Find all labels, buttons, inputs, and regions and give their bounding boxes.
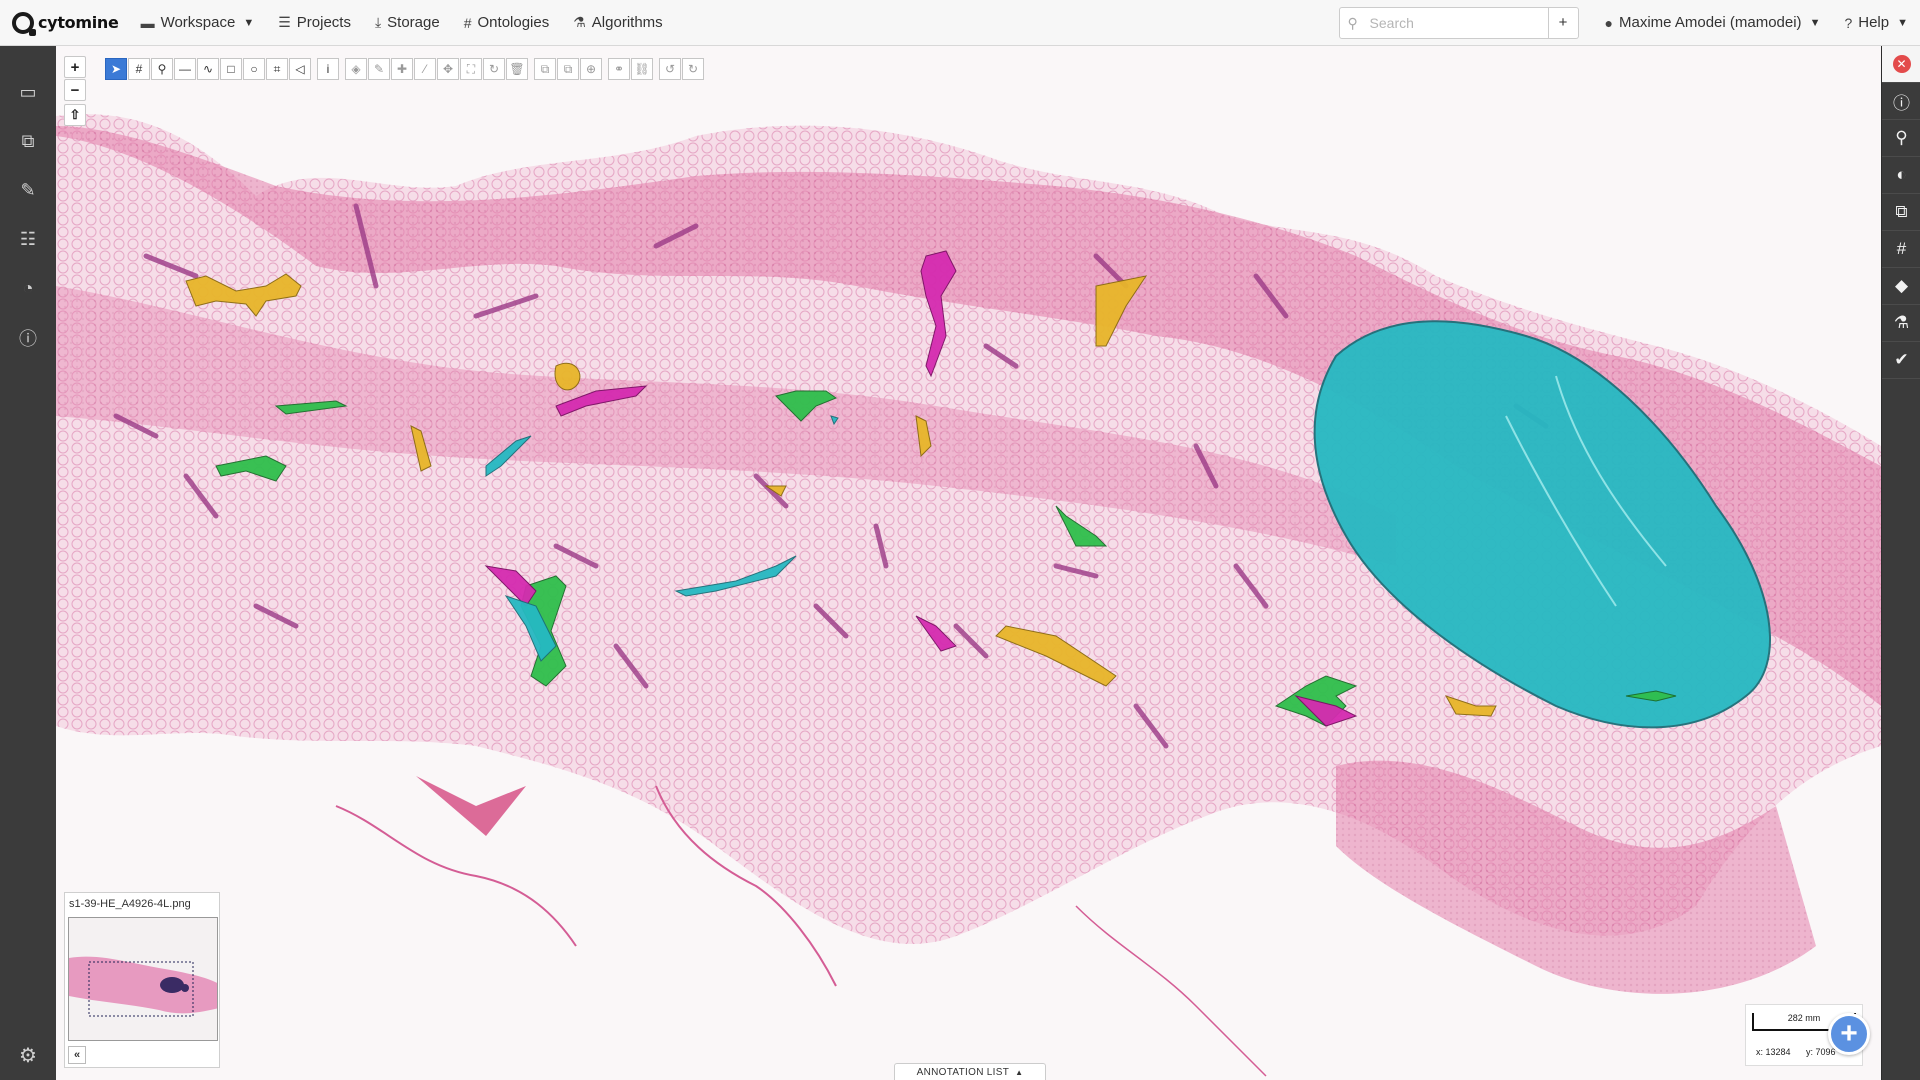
info-tool[interactable]: i bbox=[317, 58, 339, 80]
overview-thumbnail-image bbox=[69, 956, 217, 1017]
microscope-icon[interactable]: ⚗ bbox=[1882, 305, 1920, 342]
hashtag-icon[interactable]: # bbox=[1882, 231, 1920, 268]
nav-algorithms[interactable]: ⚗ Algorithms bbox=[561, 0, 674, 46]
images-icon[interactable]: ⧉ bbox=[0, 117, 56, 166]
search-icon: ⚲ bbox=[1347, 14, 1358, 31]
circle-tool[interactable]: ○ bbox=[243, 58, 265, 80]
chevron-down-icon: ▼ bbox=[1897, 16, 1908, 29]
help-menu[interactable]: ? Help ▼ bbox=[1832, 0, 1920, 46]
select-tool[interactable]: ➤ bbox=[105, 58, 127, 80]
left-sidebar: ▭ ⧉ ✎ ☷ ◔ ⓘ ⚙ bbox=[0, 46, 56, 1080]
coordinate-y: y: 7096 bbox=[1806, 1047, 1836, 1057]
edit-tool[interactable]: ✎ bbox=[368, 58, 390, 80]
download-icon: ⤓ bbox=[374, 14, 382, 30]
nav-storage[interactable]: ⤓ Storage bbox=[363, 0, 452, 46]
zoom-in-button[interactable]: + bbox=[64, 56, 86, 78]
close-icon: ✕ bbox=[1892, 55, 1911, 73]
freehand-line-tool[interactable]: ∿ bbox=[197, 58, 219, 80]
check-circle-icon[interactable]: ✔ bbox=[1882, 342, 1920, 379]
logo-text: cytomine bbox=[38, 13, 119, 32]
unlink-tool[interactable]: ⛓ bbox=[631, 58, 653, 80]
dashboard-icon[interactable]: ◔ bbox=[0, 264, 56, 313]
nav-ontologies-label: Ontologies bbox=[477, 14, 550, 31]
cytomine-logo[interactable]: cytomine bbox=[0, 0, 129, 46]
rotate-tool[interactable]: ↻ bbox=[483, 58, 505, 80]
copy-icon[interactable]: ⧉ bbox=[1882, 194, 1920, 231]
nav-algorithms-label: Algorithms bbox=[591, 14, 663, 31]
nav-projects[interactable]: ☰ Projects bbox=[266, 0, 363, 46]
question-circle-icon: ? bbox=[1844, 14, 1853, 31]
contrast-icon[interactable]: ◐ bbox=[1882, 157, 1920, 194]
tissue-slide-image[interactable] bbox=[56, 46, 1881, 1080]
coordinate-x: x: 13284 bbox=[1756, 1047, 1791, 1057]
overview-map[interactable]: s1-39-HE_A4926-4L.png « bbox=[64, 892, 220, 1068]
redo-tool[interactable]: ↻ bbox=[682, 58, 704, 80]
close-viewer-button[interactable]: ✕ bbox=[1882, 46, 1920, 83]
correct-remove-tool[interactable]: ⁄ bbox=[414, 58, 436, 80]
user-menu[interactable]: ● Maxime Amodei (mamodei) ▼ bbox=[1593, 0, 1833, 46]
user-icon: ● bbox=[1604, 14, 1613, 31]
move-tool[interactable]: ✥ bbox=[437, 58, 459, 80]
annotation-list-label: ANNOTATION LIST bbox=[916, 1066, 1010, 1078]
line-tool[interactable]: — bbox=[174, 58, 196, 80]
flask-icon: ⚗ bbox=[573, 14, 586, 30]
drawing-toolbar: ➤ # ⚲ — ∿ □ ○ ⌗ ◁ i ◈ ✎ ✚ ⁄ ✥ ⛶ ↻ 🗑 ⧉ ⧉ … bbox=[105, 58, 704, 80]
search-icon[interactable]: ⚲ bbox=[1882, 120, 1920, 157]
caret-up-icon: ▲ bbox=[1015, 1067, 1024, 1077]
resize-tool[interactable]: ⛶ bbox=[460, 58, 482, 80]
image-viewer[interactable]: + − ⇧ ➤ # ⚲ — ∿ □ ○ ⌗ ◁ i ◈ ✎ ✚ ⁄ ✥ ⛶ ↻ … bbox=[56, 46, 1881, 1080]
scale-line-panel: 282 mm x: 13284 y: 7096 » + bbox=[1745, 1004, 1870, 1066]
copy-tool[interactable]: ⧉ bbox=[534, 58, 556, 80]
correct-add-tool[interactable]: ✚ bbox=[391, 58, 413, 80]
rectangle-tool[interactable]: □ bbox=[220, 58, 242, 80]
search-box: ⚲ bbox=[1338, 6, 1549, 39]
nav-storage-label: Storage bbox=[387, 14, 440, 31]
polygon-tool[interactable]: ⌗ bbox=[266, 58, 288, 80]
chevron-down-icon: ▼ bbox=[243, 16, 255, 29]
search-group: ⚲ + bbox=[1338, 6, 1579, 39]
link-tool[interactable]: ⚭ bbox=[608, 58, 630, 80]
info-icon[interactable]: ⓘ bbox=[0, 313, 56, 362]
edit-icon[interactable]: ✎ bbox=[0, 166, 56, 215]
nav-projects-label: Projects bbox=[296, 14, 351, 31]
add-image-button[interactable]: + bbox=[1828, 1013, 1870, 1055]
overview-thumbnail[interactable] bbox=[68, 917, 218, 1041]
point-tool[interactable]: # bbox=[128, 58, 150, 80]
paste-tool[interactable]: ⧉ bbox=[557, 58, 579, 80]
right-sidebar: ✕ ⓘ ⚲ ◐ ⧉ # ◆ ⚗ ✔ bbox=[1881, 46, 1920, 1080]
fill-tool[interactable]: ◈ bbox=[345, 58, 367, 80]
info-icon[interactable]: ⓘ bbox=[1882, 83, 1920, 120]
zoom-out-button[interactable]: − bbox=[64, 79, 86, 101]
top-navbar: cytomine ▬ Workspace ▼ ☰ Projects ⤓ Stor… bbox=[0, 0, 1920, 46]
chevron-down-icon: ▼ bbox=[1809, 16, 1821, 29]
freehand-polygon-tool[interactable]: ◁ bbox=[289, 58, 311, 80]
repeat-tool[interactable]: ⊕ bbox=[580, 58, 602, 80]
folder-icon: ▬ bbox=[140, 14, 155, 31]
nav-ontologies[interactable]: # Ontologies bbox=[452, 0, 562, 46]
hashtag-icon: # bbox=[463, 14, 472, 31]
overview-image-name: s1-39-HE_A4926-4L.png bbox=[69, 898, 191, 910]
nav-workspace[interactable]: ▬ Workspace ▼ bbox=[129, 0, 267, 46]
image-icon[interactable]: ▭ bbox=[0, 68, 56, 117]
user-name: Maxime Amodei (mamodei) bbox=[1619, 14, 1802, 31]
tasks-icon[interactable]: ☷ bbox=[0, 215, 56, 264]
nav-workspace-label: Workspace bbox=[160, 14, 236, 31]
pin-tool[interactable]: ⚲ bbox=[151, 58, 173, 80]
undo-tool[interactable]: ↺ bbox=[659, 58, 681, 80]
delete-tool[interactable]: 🗑 bbox=[506, 58, 528, 80]
rotate-north-button[interactable]: ⇧ bbox=[64, 104, 86, 126]
search-add-button[interactable]: + bbox=[1548, 6, 1579, 39]
search-input[interactable] bbox=[1339, 7, 1548, 38]
overview-collapse-button[interactable]: « bbox=[68, 1046, 86, 1064]
tag-icon[interactable]: ◆ bbox=[1882, 268, 1920, 305]
settings-icon[interactable]: ⚙ bbox=[0, 1040, 56, 1070]
annotation-list-toggle[interactable]: ANNOTATION LIST ▲ bbox=[894, 1063, 1046, 1080]
logo-mark-icon bbox=[12, 11, 36, 36]
list-icon: ☰ bbox=[278, 14, 291, 30]
help-label: Help bbox=[1858, 14, 1890, 31]
